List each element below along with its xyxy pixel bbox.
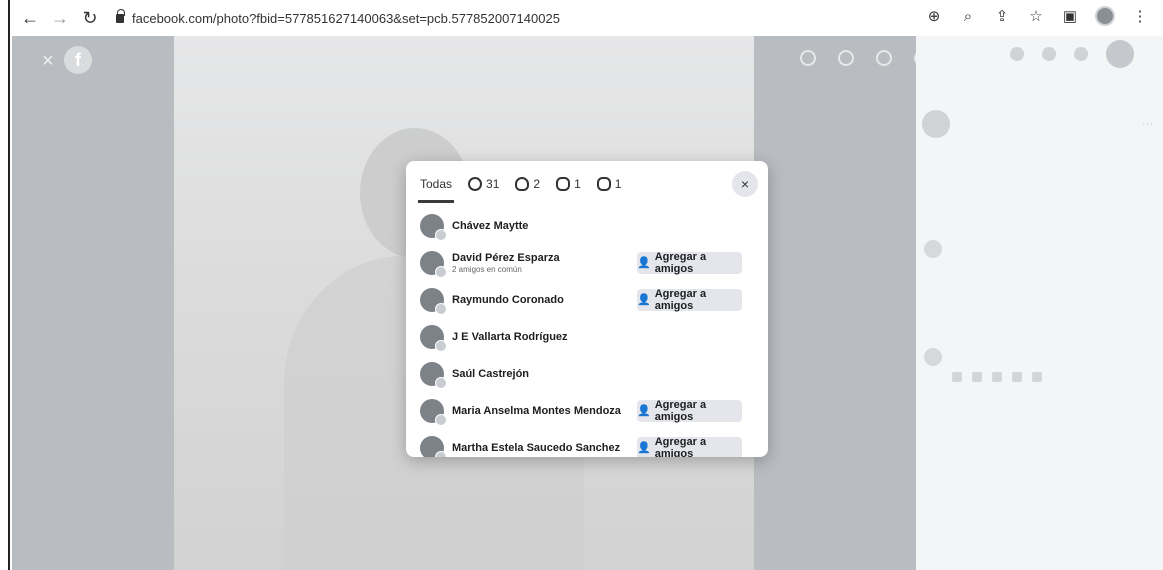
list-item: Raymundo Coronado 👤 Agregar a amigos <box>420 281 754 318</box>
person-name[interactable]: David Pérez Esparza <box>452 252 560 264</box>
add-friend-label: Agregar a amigos <box>654 287 707 312</box>
profile-avatar-icon[interactable] <box>1095 6 1115 26</box>
commenter-avatar <box>924 240 942 258</box>
tab-all[interactable]: Todas <box>417 161 455 207</box>
reaction-tabs: Todas 31 2 1 1 × <box>406 161 768 207</box>
add-friend-button[interactable]: 👤 Agregar a amigos <box>637 287 742 312</box>
tab-wow-count: 1 <box>614 177 622 191</box>
avatar[interactable] <box>420 435 447 457</box>
side-panel-icon[interactable]: ▣ <box>1061 6 1079 26</box>
comment-tools <box>952 372 1042 382</box>
menu-kebab-icon[interactable]: ⋮ <box>1131 6 1149 26</box>
writer-avatar <box>924 348 942 366</box>
wow-icon <box>596 177 611 191</box>
account-avatar[interactable] <box>1106 40 1134 68</box>
emoji-icon[interactable] <box>972 372 982 382</box>
avatar[interactable] <box>420 250 447 278</box>
avatar[interactable] <box>420 361 447 389</box>
add-friend-label: Agregar a amigos <box>654 398 707 423</box>
browser-toolbar: ← → ↻ facebook.com/photo?fbid=5778516271… <box>12 0 1163 36</box>
sticker-icon[interactable] <box>952 372 962 382</box>
tab-love[interactable]: 2 <box>515 161 540 207</box>
list-item: Maria Anselma Montes Mendoza 👤 Agregar a… <box>420 392 754 429</box>
avatar[interactable] <box>420 398 447 426</box>
sidebar-blurred-row <box>922 80 1156 94</box>
post-sidebar: ··· <box>916 36 1163 570</box>
add-friend-button[interactable]: 👤 Agregar a amigos <box>637 398 742 423</box>
viewer-tools <box>800 50 916 66</box>
list-item: J E Vallarta Rodríguez <box>420 318 754 355</box>
zoom-in-icon[interactable] <box>800 50 816 66</box>
list-item: David Pérez Esparza 2 amigos en común 👤 … <box>420 244 754 281</box>
facebook-logo-icon[interactable]: f <box>64 46 92 74</box>
add-friend-label: Agregar a amigos <box>654 435 707 458</box>
care-icon <box>556 177 571 191</box>
google-lens-icon[interactable]: ⊕ <box>925 6 943 26</box>
bookmark-star-icon[interactable]: ☆ <box>1027 6 1045 26</box>
person-name[interactable]: Raymundo Coronado <box>452 294 564 306</box>
browser-actions: ⊕ ⌕ ⇪ ☆ ▣ ⋮ <box>925 6 1149 26</box>
tab-wow[interactable]: 1 <box>596 161 622 207</box>
forward-arrow-icon[interactable]: → <box>48 6 72 30</box>
person-name[interactable]: J E Vallarta Rodríguez <box>452 331 568 343</box>
tab-care[interactable]: 1 <box>556 161 581 207</box>
back-arrow-icon[interactable]: ← <box>18 6 42 30</box>
reactions-dialog: Todas 31 2 1 1 × Chávez Maytte David Pér… <box>406 161 768 457</box>
avatar[interactable] <box>420 213 447 241</box>
add-friend-icon: 👤 <box>637 257 651 269</box>
tag-icon[interactable] <box>876 50 892 66</box>
more-options-icon[interactable]: ··· <box>1142 118 1153 130</box>
add-friend-icon: 👤 <box>637 442 651 454</box>
reactor-list: Chávez Maytte David Pérez Esparza 2 amig… <box>406 207 768 457</box>
zoom-out-icon[interactable] <box>838 50 854 66</box>
tab-love-count: 2 <box>533 177 541 191</box>
lock-icon <box>116 8 125 23</box>
menu-grid-icon[interactable] <box>1010 47 1024 61</box>
heart-icon <box>515 177 530 191</box>
notifications-icon[interactable] <box>1074 47 1088 61</box>
person-name[interactable]: Chávez Maytte <box>452 220 528 232</box>
add-friend-button[interactable]: 👤 Agregar a amigos <box>637 250 742 275</box>
sidebar-top-icons <box>1010 40 1134 68</box>
comment <box>924 240 1154 258</box>
zoom-icon[interactable]: ⌕ <box>959 6 977 26</box>
author-avatar[interactable] <box>922 110 950 138</box>
avatar[interactable] <box>420 287 447 315</box>
window-border <box>0 0 10 570</box>
post-author <box>922 110 950 138</box>
list-item: Martha Estela Saucedo Sanchez 👤 Agregar … <box>420 429 754 457</box>
reload-icon[interactable]: ↻ <box>78 6 102 30</box>
tab-care-count: 1 <box>574 177 581 191</box>
tab-like-count: 31 <box>486 177 500 191</box>
mutual-friends: 2 amigos en común <box>452 264 522 274</box>
camera-icon[interactable] <box>992 372 1002 382</box>
like-icon <box>468 177 483 191</box>
list-item: Saúl Castrejón <box>420 355 754 392</box>
person-name[interactable]: Martha Estela Saucedo Sanchez <box>452 442 620 454</box>
add-friend-icon: 👤 <box>637 294 651 306</box>
close-dialog-button[interactable]: × <box>732 171 758 197</box>
add-friend-button[interactable]: 👤 Agregar a amigos <box>637 435 742 458</box>
share-icon[interactable]: ⇪ <box>993 6 1011 26</box>
person-name[interactable]: Maria Anselma Montes Mendoza <box>452 405 621 417</box>
avatar[interactable] <box>420 324 447 352</box>
tab-all-label: Todas <box>420 177 453 191</box>
tab-like[interactable]: 31 <box>468 161 499 207</box>
person-name[interactable]: Saúl Castrejón <box>452 368 529 380</box>
address-bar[interactable]: facebook.com/photo?fbid=577851627140063&… <box>116 6 560 30</box>
add-friend-label: Agregar a amigos <box>654 250 707 275</box>
gif-icon[interactable] <box>1012 372 1022 382</box>
add-friend-icon: 👤 <box>637 405 651 417</box>
url-text: facebook.com/photo?fbid=577851627140063&… <box>132 10 560 26</box>
close-viewer-icon[interactable]: × <box>42 50 54 73</box>
sticker-pack-icon[interactable] <box>1032 372 1042 382</box>
messenger-icon[interactable] <box>1042 47 1056 61</box>
list-item: Chávez Maytte <box>420 207 754 244</box>
write-comment[interactable] <box>924 348 942 366</box>
